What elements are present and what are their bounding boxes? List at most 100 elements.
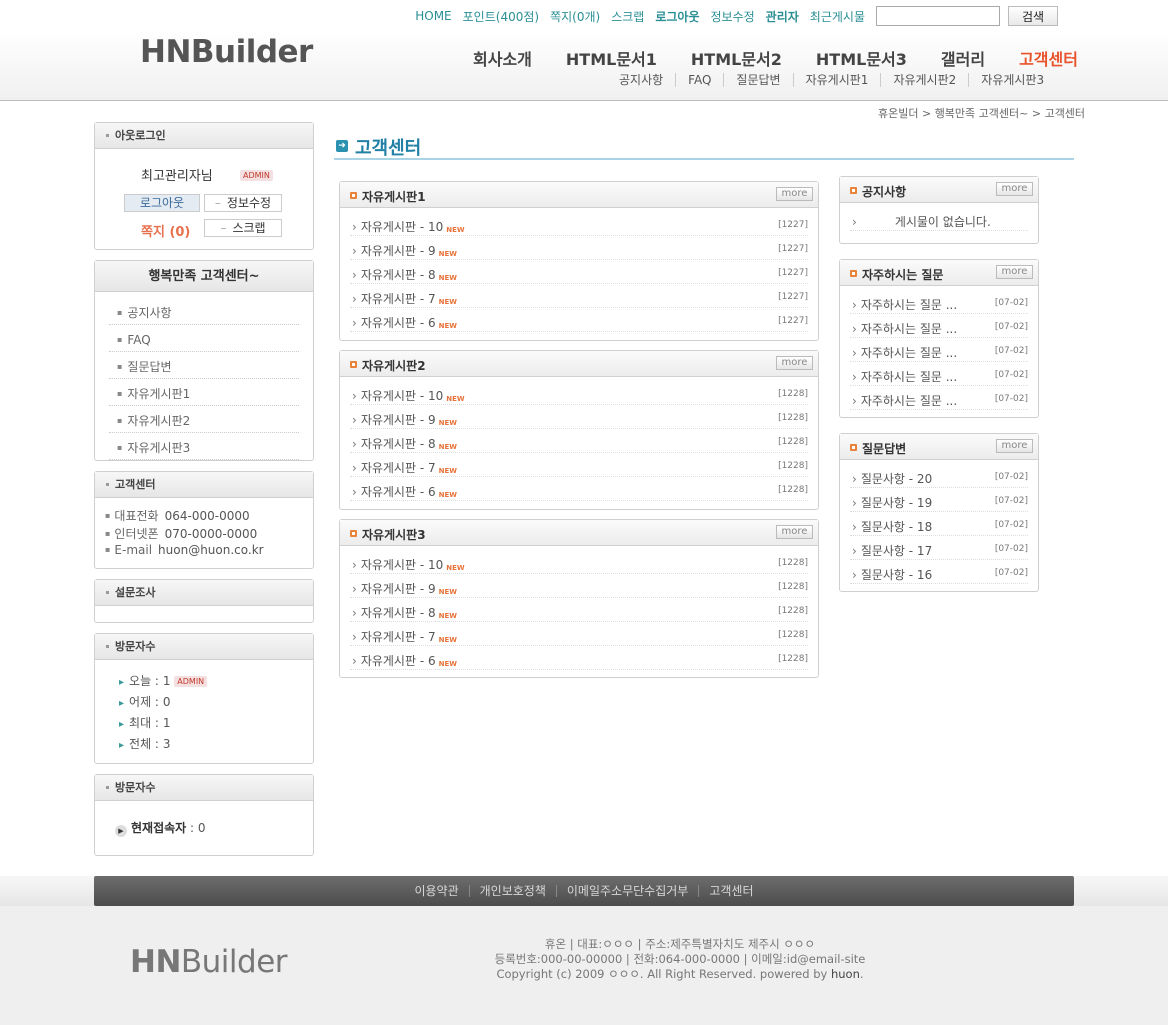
post-title[interactable]: 자유게시판 - 9 [361,244,436,258]
post-title[interactable]: 자유게시판 - 6 [361,485,436,499]
scrap-button[interactable]: – 스크랩 [204,219,282,237]
post-title-wrap[interactable]: 자유게시판 - 10NEW [352,556,465,573]
contact-value[interactable]: huon@huon.co.kr [158,543,264,557]
post-title-wrap[interactable]: 자유게시판 - 7NEW [352,628,457,645]
post-title[interactable]: 자유게시판 - 7 [361,292,436,306]
side-menu-item-free-board-2[interactable]: 자유게시판2 [109,406,299,433]
more-button[interactable]: more [996,182,1033,196]
faq-board-title[interactable]: 자주하시는 질문 [862,266,943,283]
post-item[interactable]: 질문사항 - 20 [07-02] [850,464,1028,488]
post-title-wrap[interactable]: 자유게시판 - 6NEW [352,483,457,500]
post-item[interactable]: 자주하시는 질문 ... [07-02] [850,290,1028,314]
post-title-wrap[interactable]: 자유게시판 - 9NEW [352,242,457,259]
post-title[interactable]: 질문사항 - 16 [861,568,932,582]
recent-posts-link[interactable]: 최근게시물 [810,8,865,25]
side-menu-item-qna[interactable]: 질문답변 [109,352,299,379]
footer-link-terms[interactable]: 이용약관 [404,885,468,897]
post-title[interactable]: 자주하시는 질문 ... [861,298,957,312]
post-item[interactable]: 자주하시는 질문 ... [07-02] [850,314,1028,338]
post-title[interactable]: 자유게시판 - 6 [361,654,436,668]
post-title[interactable]: 자유게시판 - 7 [361,461,436,475]
post-title-wrap[interactable]: 자유게시판 - 10NEW [352,387,465,404]
edit-info-button[interactable]: – 정보수정 [204,194,282,212]
subnav-faq[interactable]: FAQ [675,73,723,87]
post-title-wrap[interactable]: 자주하시는 질문 ... [852,392,957,409]
subnav-free-board-3[interactable]: 자유게시판3 [968,73,1056,87]
post-title[interactable]: 자유게시판 - 8 [361,437,436,451]
post-title-wrap[interactable]: 질문사항 - 20 [852,470,932,487]
post-title-wrap[interactable]: 자주하시는 질문 ... [852,320,957,337]
post-title[interactable]: 자주하시는 질문 ... [861,346,957,360]
post-title[interactable]: 자유게시판 - 10 [361,389,443,403]
more-button[interactable]: more [776,356,813,370]
post-title-wrap[interactable]: 질문사항 - 16 [852,566,932,583]
post-title[interactable]: 자유게시판 - 8 [361,268,436,282]
scrap-link[interactable]: 스크랩 [611,8,644,25]
post-title[interactable]: 질문사항 - 19 [861,496,932,510]
post-title-wrap[interactable]: 자주하시는 질문 ... [852,368,957,385]
post-title-wrap[interactable]: 자유게시판 - 6NEW [352,314,457,331]
post-title-wrap[interactable]: 자유게시판 - 8NEW [352,604,457,621]
powered-by-link[interactable]: huon [831,967,860,981]
nav-item-gallery[interactable]: 갤러리 [941,46,985,70]
post-title[interactable]: 질문사항 - 18 [861,520,932,534]
post-item[interactable]: 자주하시는 질문 ... [07-02] [850,386,1028,410]
post-item[interactable]: 자유게시판 - 10NEW [1228] [350,381,808,405]
edit-info-link[interactable]: 정보수정 [711,8,755,25]
post-item[interactable]: 자유게시판 - 8NEW [1228] [350,598,808,622]
post-item[interactable]: 자유게시판 - 6NEW [1228] [350,646,808,670]
post-item[interactable]: 자유게시판 - 10NEW [1228] [350,550,808,574]
side-menu-item-notice[interactable]: 공지사항 [109,298,299,325]
more-button[interactable]: more [996,265,1033,279]
post-item[interactable]: 질문사항 - 16 [07-02] [850,560,1028,584]
post-title-wrap[interactable]: 자유게시판 - 10NEW [352,218,465,235]
post-title[interactable]: 자유게시판 - 10 [361,220,443,234]
post-title-wrap[interactable]: 질문사항 - 19 [852,494,932,511]
more-button[interactable]: more [776,525,813,539]
post-title-wrap[interactable]: 자유게시판 - 8NEW [352,266,457,283]
post-item[interactable]: 자유게시판 - 10NEW [1227] [350,212,808,236]
subnav-notice[interactable]: 공지사항 [607,73,675,87]
more-button[interactable]: more [776,187,813,201]
post-item[interactable]: 질문사항 - 18 [07-02] [850,512,1028,536]
footer-link-customer-center[interactable]: 고객센터 [698,885,763,897]
side-menu-item-free-board-3[interactable]: 자유게시판3 [109,433,299,460]
post-title[interactable]: 자주하시는 질문 ... [861,370,957,384]
point-link[interactable]: 포인트(400점) [463,8,539,25]
post-title[interactable]: 질문사항 - 20 [861,472,932,486]
post-title-wrap[interactable]: 자유게시판 - 7NEW [352,459,457,476]
post-item[interactable]: 자유게시판 - 9NEW [1228] [350,405,808,429]
side-menu-item-free-board-1[interactable]: 자유게시판1 [109,379,299,406]
post-title[interactable]: 자유게시판 - 10 [361,558,443,572]
post-item[interactable]: 자유게시판 - 6NEW [1228] [350,477,808,501]
free-board-3-title[interactable]: 자유게시판3 [362,526,426,543]
logout-link[interactable]: 로그아웃 [655,8,699,25]
notice-board-title[interactable]: 공지사항 [862,183,906,200]
subnav-free-board-2[interactable]: 자유게시판2 [880,73,968,87]
post-title[interactable]: 자유게시판 - 9 [361,582,436,596]
nav-item-html3[interactable]: HTML문서3 [816,46,907,70]
qna-board-title[interactable]: 질문답변 [862,440,906,457]
post-title-wrap[interactable]: 자유게시판 - 9NEW [352,580,457,597]
post-item[interactable]: 질문사항 - 19 [07-02] [850,488,1028,512]
subnav-qna[interactable]: 질문답변 [723,73,792,87]
post-item[interactable]: 자유게시판 - 8NEW [1227] [350,260,808,284]
memo-link[interactable]: 쪽지(0개) [550,8,600,25]
post-title[interactable]: 자주하시는 질문 ... [861,394,957,408]
footer-link-email-refusal[interactable]: 이메일주소무단수집거부 [555,885,698,897]
post-item[interactable]: 자유게시판 - 9NEW [1227] [350,236,808,260]
post-title-wrap[interactable]: 자유게시판 - 9NEW [352,411,457,428]
admin-link[interactable]: 관리자 [766,8,799,25]
post-title-wrap[interactable]: 자유게시판 - 6NEW [352,652,457,669]
post-item[interactable]: 자주하시는 질문 ... [07-02] [850,362,1028,386]
post-item[interactable]: 자유게시판 - 8NEW [1228] [350,429,808,453]
post-title[interactable]: 자유게시판 - 6 [361,316,436,330]
post-title[interactable]: 질문사항 - 17 [861,544,932,558]
post-item[interactable]: 자주하시는 질문 ... [07-02] [850,338,1028,362]
free-board-1-title[interactable]: 자유게시판1 [362,188,426,205]
post-item[interactable]: 자유게시판 - 6NEW [1227] [350,308,808,332]
search-input[interactable] [876,6,1000,26]
post-item[interactable]: 자유게시판 - 9NEW [1228] [350,574,808,598]
post-title-wrap[interactable]: 질문사항 - 17 [852,542,932,559]
more-button[interactable]: more [996,439,1033,453]
